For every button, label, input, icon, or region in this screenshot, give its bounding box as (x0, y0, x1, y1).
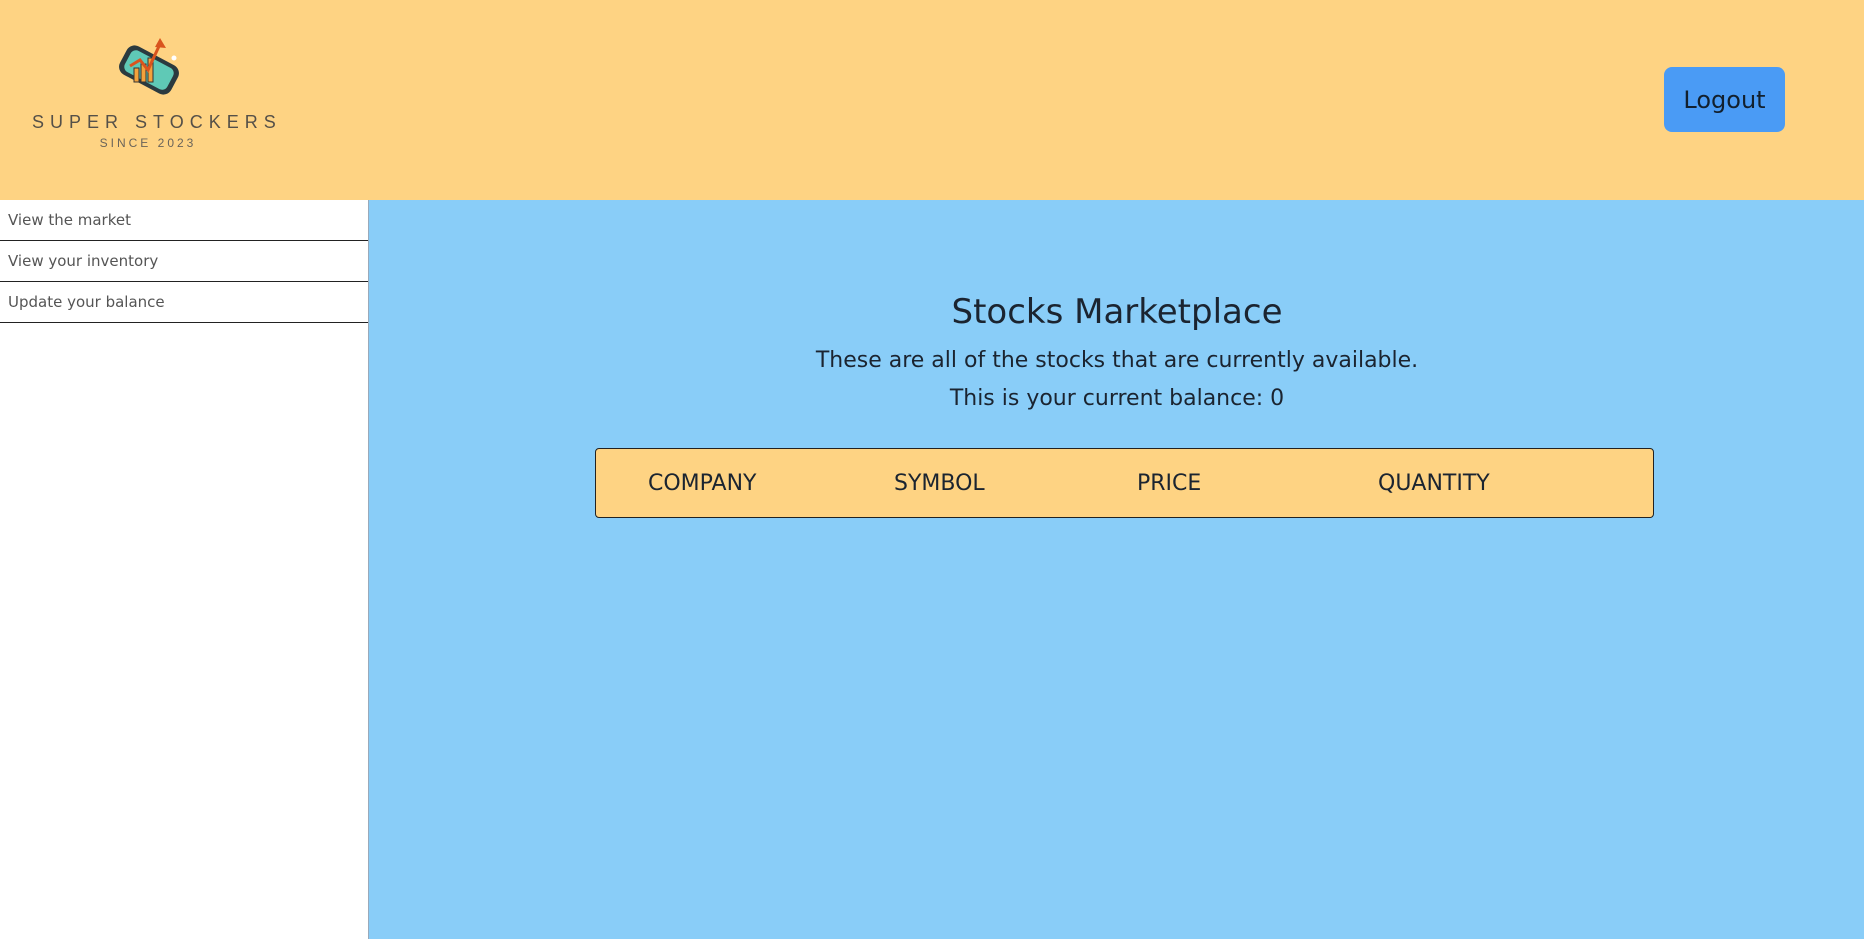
logo-brand-name: SUPER STOCKERS (32, 112, 282, 132)
column-header-company: COMPANY (648, 470, 757, 496)
sidebar-item-view-inventory[interactable]: View your inventory (0, 241, 368, 282)
column-header-quantity: QUANTITY (1378, 470, 1490, 496)
stock-phone-chart-icon (119, 38, 179, 95)
sidebar: View the market View your inventory Upda… (0, 200, 368, 939)
balance-text: This is your current balance: 0 (949, 386, 1285, 411)
sidebar-item-update-balance[interactable]: Update your balance (0, 282, 368, 323)
page-subtitle: These are all of the stocks that are cur… (815, 348, 1419, 373)
sidebar-item-view-market[interactable]: View the market (0, 200, 368, 241)
logo-since-text: SINCE 2023 (99, 136, 197, 150)
column-header-price: PRICE (1137, 470, 1202, 496)
sidebar-item-label: View your inventory (8, 252, 159, 270)
stocks-table: COMPANY SYMBOL PRICE QUANTITY (595, 448, 1654, 518)
sidebar-item-label: Update your balance (8, 293, 165, 311)
top-header: SUPER STOCKERS SINCE 2023 Logout (0, 0, 1864, 200)
sidebar-item-label: View the market (8, 211, 131, 229)
logout-button[interactable]: Logout (1664, 67, 1785, 132)
column-header-symbol: SYMBOL (894, 470, 985, 496)
main-content: Stocks Marketplace These are all of the … (368, 200, 1864, 939)
brand-logo[interactable]: SUPER STOCKERS SINCE 2023 (32, 36, 282, 154)
page-title: Stocks Marketplace (951, 292, 1283, 332)
